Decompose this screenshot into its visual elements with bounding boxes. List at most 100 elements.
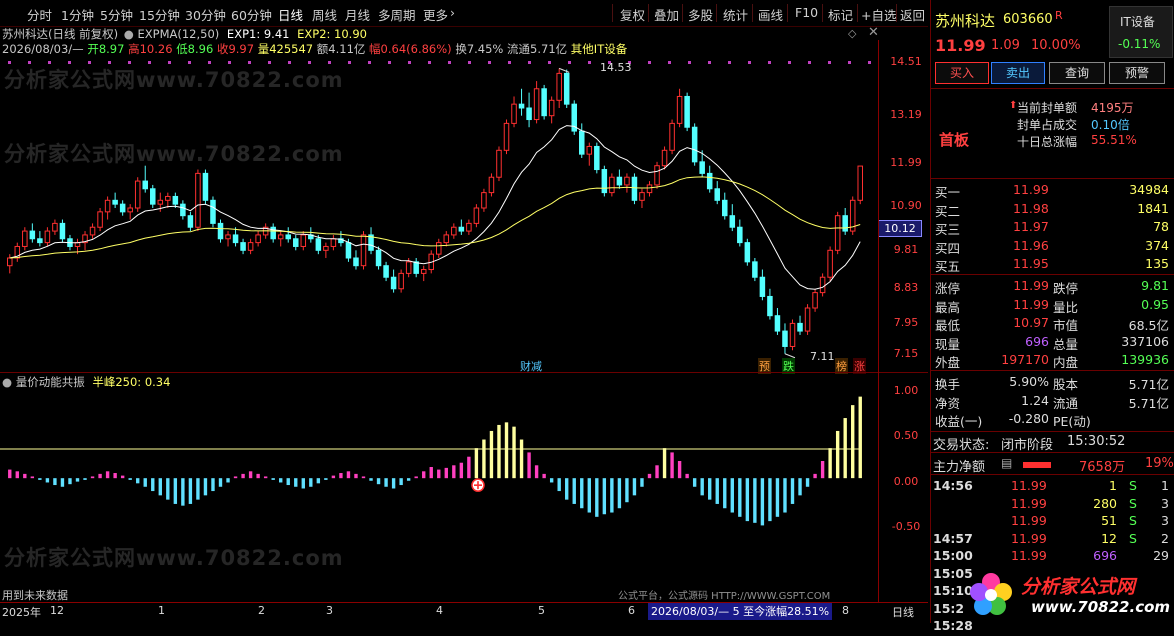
order-book-row[interactable]: 买二 11.98 1841 <box>933 200 1173 219</box>
quote-label: 现量 <box>935 336 961 352</box>
tab-period-1min[interactable]: 1分钟 <box>61 5 94 24</box>
marker-dot <box>468 61 471 64</box>
order-book-price: 11.97 <box>1013 219 1049 234</box>
order-book-level: 买一 <box>935 185 961 200</box>
brand-logo: 分析家公式网 www.70822.com <box>967 566 1173 622</box>
indicator-name: EXPMA(12,50) <box>137 27 220 41</box>
tab-period-more[interactable]: 更多 <box>423 5 448 24</box>
sell-button[interactable]: 卖出 <box>991 62 1045 84</box>
industry-box[interactable]: IT设备 -0.11% <box>1109 6 1173 58</box>
candle <box>473 204 480 228</box>
candle <box>451 223 457 239</box>
candle <box>232 227 239 247</box>
overlay-button[interactable]: 叠加 <box>654 5 679 24</box>
candle <box>759 269 766 301</box>
candle <box>609 173 615 197</box>
settings-diamond-icon[interactable]: ◇ <box>848 27 856 40</box>
stats-button[interactable]: 统计 <box>723 5 748 24</box>
candle <box>503 119 510 155</box>
quote-label: 跌停 <box>1053 281 1079 296</box>
tab-period-15min[interactable]: 15分钟 <box>139 5 180 24</box>
quote-label: 流通 <box>1053 395 1079 411</box>
period-indicator[interactable]: 日线 <box>892 604 914 620</box>
quote-row: 现量 696 总量 337106 <box>933 333 1173 352</box>
candle <box>616 169 623 189</box>
marker-dot <box>828 61 831 64</box>
candle <box>7 254 13 274</box>
tab-period-5min[interactable]: 5分钟 <box>100 5 133 24</box>
candle <box>654 161 660 189</box>
candlestick-chart[interactable] <box>0 40 928 370</box>
adjust-button[interactable]: 复权 <box>620 5 645 24</box>
tick-row: 11.99 280 S 3 <box>933 495 1173 514</box>
tab-period-monthly[interactable]: 月线 <box>345 5 370 24</box>
candle <box>142 165 148 193</box>
indicator-chart[interactable] <box>0 374 928 589</box>
candle <box>240 238 246 255</box>
brand-url: www.70822.com <box>1031 598 1171 616</box>
buy-button[interactable]: 买入 <box>935 62 989 84</box>
candle <box>436 238 442 258</box>
month-label: 4 <box>436 604 443 617</box>
tab-period-60min[interactable]: 60分钟 <box>231 5 272 24</box>
candle <box>819 273 826 297</box>
signal-plus-icon[interactable] <box>471 478 485 492</box>
order-book-row[interactable]: 买三 11.97 78 <box>933 218 1173 237</box>
marker-dot <box>728 61 731 64</box>
candle <box>722 192 728 220</box>
add-watchlist-button[interactable]: +自选 <box>861 5 896 24</box>
tab-period-weekly[interactable]: 周线 <box>312 5 337 24</box>
mark-button[interactable]: 标记 <box>828 5 853 24</box>
tick-count: 2 <box>1161 530 1169 546</box>
marker-dot <box>68 61 71 64</box>
chevron-right-icon[interactable]: › <box>450 5 455 20</box>
tab-period-fenshi[interactable]: 分时 <box>27 5 52 24</box>
candle <box>104 196 111 220</box>
candle <box>127 204 133 220</box>
close-icon[interactable]: ✕ <box>868 25 879 40</box>
order-book-row[interactable]: 买一 11.99 34984 <box>933 181 1173 200</box>
draw-line-button[interactable]: 画线 <box>758 5 783 24</box>
marker-dot <box>48 61 51 64</box>
candle <box>631 173 638 205</box>
marker-dot <box>588 61 591 64</box>
tab-period-daily[interactable]: 日线 <box>278 5 303 24</box>
marker-dot <box>848 61 851 64</box>
tick-price: 11.99 <box>1011 548 1047 563</box>
candle <box>375 246 382 270</box>
order-book-row[interactable]: 买五 11.95 135 <box>933 255 1173 274</box>
candle <box>59 219 66 243</box>
current-price-marker: 10.12 <box>878 220 922 237</box>
candle <box>789 319 796 351</box>
quote-value: 0.95 <box>1141 296 1169 312</box>
candle <box>398 269 404 293</box>
back-button[interactable]: 返回 <box>900 5 925 24</box>
f10-button[interactable]: F10 <box>795 5 818 20</box>
period-toolbar: 分时 1分钟 5分钟 15分钟 30分钟 60分钟 日线 周线 月线 多周期 更… <box>0 0 928 27</box>
tab-period-multi[interactable]: 多周期 <box>378 5 416 24</box>
marker-dot <box>548 61 551 64</box>
menu-icon[interactable]: ▤ <box>1001 456 1012 470</box>
quote-value: 139936 <box>1121 352 1169 367</box>
quote-row: 涨停 11.99 跌停 9.81 <box>933 277 1173 296</box>
candle <box>368 227 374 255</box>
tick-side: S <box>1129 513 1137 528</box>
order-book-row[interactable]: 买四 11.96 374 <box>933 237 1173 256</box>
query-button[interactable]: 查询 <box>1049 62 1105 84</box>
candle <box>353 250 359 270</box>
price-tick: 8.83 <box>893 281 919 294</box>
candle <box>270 223 276 243</box>
exp2-value: EXP2: 10.90 <box>297 27 367 41</box>
marker-dot <box>388 61 391 64</box>
tab-period-30min[interactable]: 30分钟 <box>185 5 226 24</box>
multi-stock-button[interactable]: 多股 <box>688 5 713 24</box>
month-label: 6 <box>628 604 635 617</box>
tick-time: 14:56 <box>933 478 973 493</box>
alert-button[interactable]: 预警 <box>1109 62 1165 84</box>
order-book-volume: 78 <box>1153 219 1169 234</box>
candle <box>563 69 570 108</box>
marker-dot <box>368 61 371 64</box>
ten-day-value: 55.51% <box>1091 133 1137 147</box>
stock-price: 11.99 <box>935 36 986 55</box>
marker-dot <box>248 61 251 64</box>
